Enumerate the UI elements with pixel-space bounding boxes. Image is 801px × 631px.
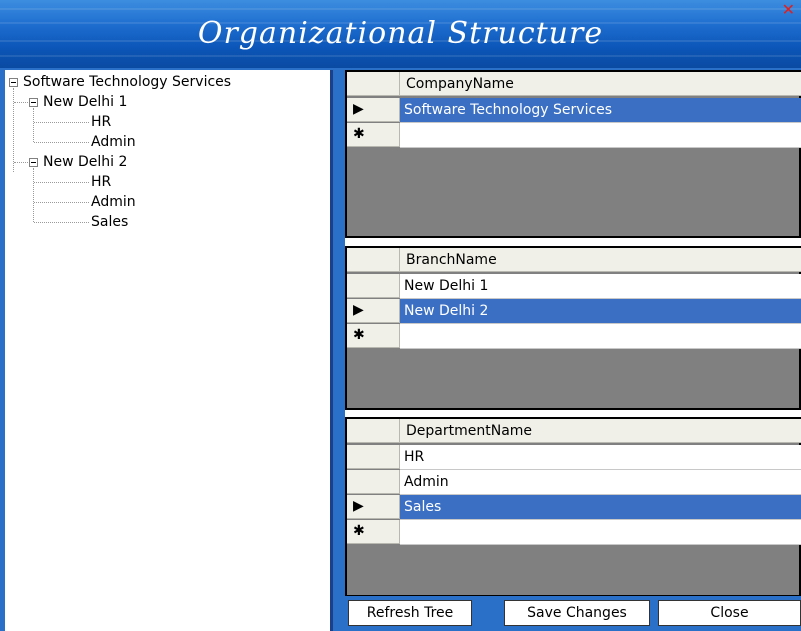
- grid-corner: [347, 72, 400, 96]
- new-row-cell[interactable]: [400, 123, 801, 148]
- branch-cell[interactable]: New Delhi 2: [400, 299, 801, 324]
- new-row-icon[interactable]: ✱: [347, 324, 400, 348]
- department-grid[interactable]: DepartmentName HR Admin ▶ Sales ✱: [345, 417, 801, 597]
- app-window: Organizational Structure ✕ Software Tech…: [0, 0, 801, 631]
- tree-node-department[interactable]: Admin: [91, 192, 136, 212]
- column-header-branch[interactable]: BranchName: [400, 248, 801, 272]
- new-row-cell[interactable]: [400, 520, 801, 545]
- current-row-indicator-icon[interactable]: ▶: [347, 299, 400, 323]
- department-cell[interactable]: Sales: [400, 495, 801, 520]
- current-row-indicator-icon[interactable]: ▶: [347, 98, 400, 122]
- grid-corner: [347, 248, 400, 272]
- close-button[interactable]: Close: [658, 600, 801, 626]
- new-row[interactable]: ✱: [347, 520, 801, 545]
- table-row[interactable]: ▶ Software Technology Services: [347, 98, 801, 123]
- department-cell[interactable]: Admin: [400, 470, 801, 495]
- collapse-toggle-icon[interactable]: [9, 78, 18, 87]
- column-header-company[interactable]: CompanyName: [400, 72, 801, 96]
- new-row[interactable]: ✱: [347, 123, 801, 148]
- current-row-indicator-icon[interactable]: ▶: [347, 495, 400, 519]
- save-changes-button[interactable]: Save Changes: [504, 600, 650, 626]
- branch-grid[interactable]: BranchName New Delhi 1 ▶ New Delhi 2 ✱: [345, 246, 801, 410]
- table-row[interactable]: New Delhi 1: [347, 274, 801, 299]
- tree-node-branch[interactable]: New Delhi 2: [43, 152, 127, 172]
- collapse-toggle-icon[interactable]: [29, 98, 38, 107]
- button-bar: Refresh Tree Save Changes Close: [345, 596, 801, 631]
- refresh-tree-button[interactable]: Refresh Tree: [348, 600, 472, 626]
- tree-node-department[interactable]: Admin: [91, 132, 136, 152]
- row-header[interactable]: [347, 445, 400, 469]
- department-cell[interactable]: HR: [400, 445, 801, 470]
- new-row-icon[interactable]: ✱: [347, 520, 400, 544]
- row-header[interactable]: [347, 470, 400, 494]
- table-row[interactable]: ▶ Sales: [347, 495, 801, 520]
- tree-node-company[interactable]: Software Technology Services: [23, 72, 231, 92]
- grid-corner: [347, 419, 400, 443]
- new-row[interactable]: ✱: [347, 324, 801, 349]
- collapse-toggle-icon[interactable]: [29, 158, 38, 167]
- company-grid[interactable]: CompanyName ▶ Software Technology Servic…: [345, 70, 801, 238]
- close-icon[interactable]: ✕: [782, 0, 795, 19]
- company-cell[interactable]: Software Technology Services: [400, 98, 801, 123]
- window-title: Organizational Structure: [197, 16, 604, 51]
- branch-cell[interactable]: New Delhi 1: [400, 274, 801, 299]
- row-header[interactable]: [347, 274, 400, 298]
- table-row[interactable]: Admin: [347, 470, 801, 495]
- column-header-department[interactable]: DepartmentName: [400, 419, 801, 443]
- tree-node-department[interactable]: Sales: [91, 212, 128, 232]
- org-tree[interactable]: Software Technology Services New Delhi 1…: [5, 70, 333, 631]
- table-row[interactable]: ▶ New Delhi 2: [347, 299, 801, 324]
- title-bar: Organizational Structure ✕: [0, 0, 801, 68]
- new-row-cell[interactable]: [400, 324, 801, 349]
- grids-pane: CompanyName ▶ Software Technology Servic…: [345, 70, 801, 631]
- tree-node-department[interactable]: HR: [91, 172, 111, 192]
- tree-node-branch[interactable]: New Delhi 1: [43, 92, 127, 112]
- table-row[interactable]: HR: [347, 445, 801, 470]
- tree-node-department[interactable]: HR: [91, 112, 111, 132]
- new-row-icon[interactable]: ✱: [347, 123, 400, 147]
